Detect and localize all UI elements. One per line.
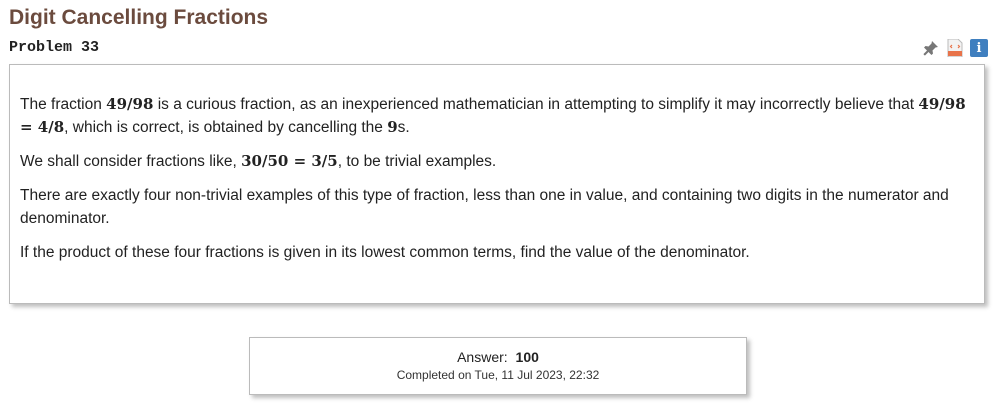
math-digit: 9 [387, 118, 398, 136]
problem-toolbar: i [922, 39, 988, 57]
completion-timestamp: Completed on Tue, 11 Jul 2023, 22:32 [396, 368, 600, 382]
page-title: Digit Cancelling Fractions [9, 6, 269, 29]
answer-box: Answer: 100 Completed on Tue, 11 Jul 202… [249, 337, 747, 395]
answer-line: Answer: 100 [250, 349, 746, 365]
answer-label: Answer: [457, 349, 508, 365]
problem-paragraph-1: The fraction 49/98 is a curious fraction… [20, 95, 966, 136]
problem-number: Problem 33 [9, 39, 100, 56]
pin-icon[interactable] [922, 39, 940, 57]
html-file-icon[interactable] [946, 39, 964, 57]
problem-paragraph-3: There are exactly four non-trivial examp… [20, 187, 949, 227]
math-fraction: 49/98 [106, 95, 154, 113]
answer-value: 100 [515, 349, 539, 365]
problem-paragraph-2: We shall consider fractions like, 30/50 … [20, 152, 497, 170]
math-equation: 30/50 = 3/5 [241, 152, 338, 170]
info-icon[interactable]: i [970, 39, 988, 57]
problem-paragraph-4: If the product of these four fractions i… [20, 244, 750, 261]
problem-content: The fraction 49/98 is a curious fraction… [9, 64, 985, 304]
